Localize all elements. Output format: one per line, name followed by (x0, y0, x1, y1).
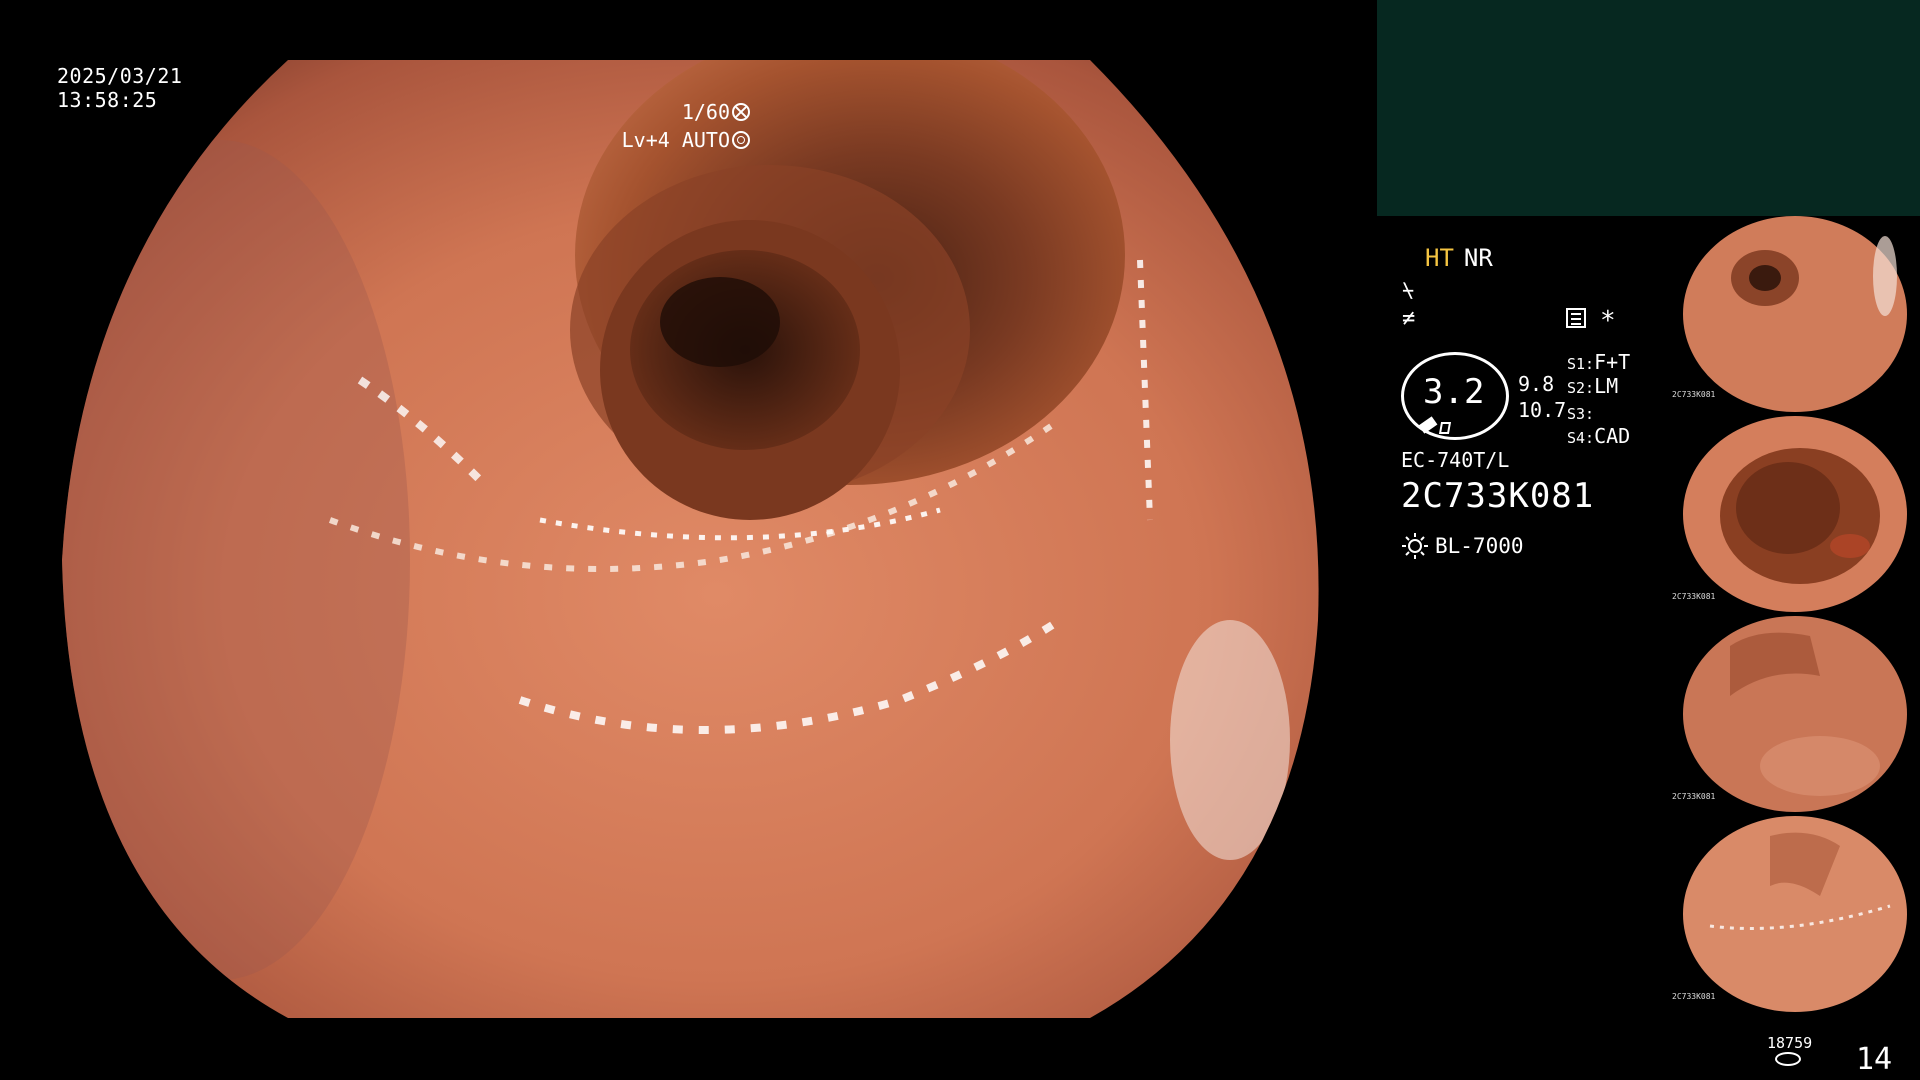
value-a: 9.8 (1518, 372, 1555, 396)
light-source-row: BL-7000 (1401, 532, 1524, 560)
switch-s1: S1:F+T (1567, 350, 1630, 374)
contrast-icon: ≠ (1402, 306, 1416, 331)
thumbnail-image (1683, 416, 1907, 612)
sun-icon (1401, 532, 1429, 560)
shutter-readout: 1/60 (682, 100, 750, 124)
thumbnail-1[interactable]: 2C733K081 (1670, 216, 1920, 412)
thumbnail-4[interactable]: 2C733K081 (1670, 816, 1920, 1012)
frame-icon (1438, 422, 1452, 434)
agc-text: Lv+4 AUTO (621, 128, 730, 152)
s3-key: S3: (1567, 405, 1595, 423)
scope-model: EC-740T/L (1401, 448, 1510, 472)
image-counter-small: 18759 (1767, 1034, 1813, 1052)
scope-serial: 2C733K081 (1401, 476, 1595, 516)
thumbnail-3[interactable]: 2C733K081 (1670, 616, 1920, 812)
value-b: 10.7 (1518, 398, 1567, 422)
thumbnail-caption: 2C733K081 (1672, 792, 1716, 801)
switch-s2: S2:LM (1567, 374, 1618, 398)
thumbnail-caption: 2C733K081 (1672, 592, 1716, 601)
s4-key: S4: (1567, 429, 1595, 447)
aperture-icon (732, 103, 750, 121)
thumbnail-caption: 2C733K081 (1672, 992, 1716, 1001)
thumbnail-2[interactable]: 2C733K081 (1670, 416, 1920, 612)
preview-box (1377, 0, 1920, 216)
mode-nr-label: NR (1463, 244, 1493, 272)
disk-icon (1775, 1052, 1801, 1066)
image-counter: 14 (1856, 1042, 1893, 1077)
agc-readout: Lv+4 AUTO (622, 128, 750, 152)
enhance-icon: ⍀ (1402, 278, 1415, 302)
s2-value: LM (1594, 374, 1619, 398)
image-mode-row: HT NR (1425, 244, 1493, 272)
zoom-value: 3.2 (1423, 372, 1485, 412)
shutter-text: 1/60 (681, 100, 730, 124)
time-text: 13:58:25 (57, 88, 158, 112)
thumbnail-image (1683, 216, 1907, 412)
datetime-readout: 2025/03/21 13:58:25 (57, 64, 182, 112)
thumbnail-caption: 2C733K081 (1672, 390, 1716, 399)
mode-ht-label: HT (1425, 244, 1454, 272)
auto-ring-icon (732, 131, 750, 149)
s1-value: F+T (1594, 350, 1631, 374)
colon-lumen-image (62, 60, 1319, 1018)
s4-value: CAD (1594, 424, 1631, 448)
menu-list-icon (1566, 308, 1586, 328)
endoscope-main-view: 2025/03/21 13:58:25 1/60 Lv+4 AUTO (0, 0, 1378, 1080)
s2-key: S2: (1567, 379, 1595, 397)
switch-s4: S4:CAD (1567, 424, 1630, 448)
light-source-text: BL-7000 (1435, 534, 1524, 558)
s1-key: S1: (1567, 355, 1595, 373)
thumbnail-image (1683, 616, 1907, 812)
switch-s3: S3: (1567, 400, 1594, 424)
asterisk-icon: * (1600, 306, 1616, 336)
thumbnail-image (1683, 816, 1907, 1012)
date-text: 2025/03/21 (57, 64, 183, 88)
